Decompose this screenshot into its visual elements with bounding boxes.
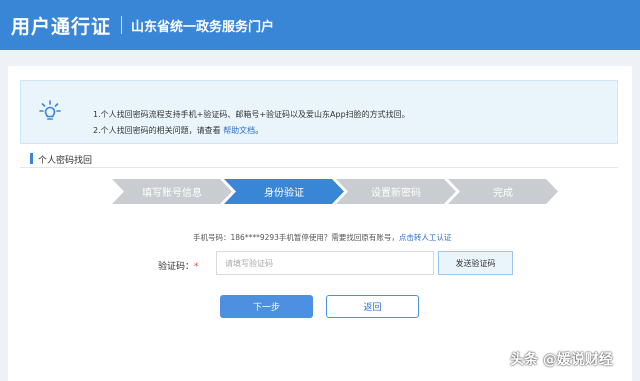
section-accent-bar xyxy=(30,153,33,164)
step-set-password: 设置新密码 xyxy=(336,179,456,204)
code-label-text: 验证码： xyxy=(158,262,195,272)
step-fill-account: 填写账号信息 xyxy=(112,179,232,204)
required-mark: * xyxy=(194,262,199,272)
manual-auth-link[interactable]: 点击转人工认证 xyxy=(399,233,452,242)
main-card: 1.个人找回密码流程支持手机+验证码、邮箱号+验证码以及爱山东App扫脸的方式找… xyxy=(8,66,632,381)
section-header: 个人密码找回 xyxy=(20,150,618,168)
lightbulb-icon xyxy=(39,100,61,120)
watermark: 头条 @媛说财经 xyxy=(510,352,613,368)
send-code-button[interactable]: 发送验证码 xyxy=(438,251,513,275)
step-verify-identity: 身份验证 xyxy=(224,179,344,204)
top-header: 用户通行证 山东省统一政务服务门户 xyxy=(0,0,640,50)
header-divider xyxy=(121,16,123,34)
phone-info: 手机号码：186****9293手机暂停使用？需要找回原有账号，点击转人工认证 xyxy=(193,232,451,243)
section-title: 个人密码找回 xyxy=(38,156,93,166)
notice-line-1: 1.个人找回密码流程支持手机+验证码、邮箱号+验证码以及爱山东App扫脸的方式找… xyxy=(93,110,410,119)
phone-info-text: 手机号码：186****9293手机暂停使用？需要找回原有账号， xyxy=(193,233,399,242)
help-doc-link[interactable]: 帮助文档 xyxy=(223,126,255,135)
notice-box: 1.个人找回密码流程支持手机+验证码、邮箱号+验证码以及爱山东App扫脸的方式找… xyxy=(20,80,618,144)
step-complete: 完成 xyxy=(448,179,558,204)
brand-title[interactable]: 用户通行证 xyxy=(11,12,111,39)
code-label: 验证码：* xyxy=(158,259,199,272)
portal-title[interactable]: 山东省统一政务服务门户 xyxy=(131,16,274,35)
next-step-button[interactable]: 下一步 xyxy=(220,295,313,318)
verification-code-input[interactable] xyxy=(216,251,434,275)
notice-line-2-suffix: 。 xyxy=(255,126,264,135)
back-button[interactable]: 返回 xyxy=(326,295,419,318)
progress-steps: 填写账号信息 身份验证 设置新密码 完成 xyxy=(112,179,562,204)
notice-line-2: 2.个人找回密码的相关问题，请查看 帮助文档。 xyxy=(93,125,263,136)
notice-line-2-prefix: 2.个人找回密码的相关问题，请查看 xyxy=(93,126,221,135)
